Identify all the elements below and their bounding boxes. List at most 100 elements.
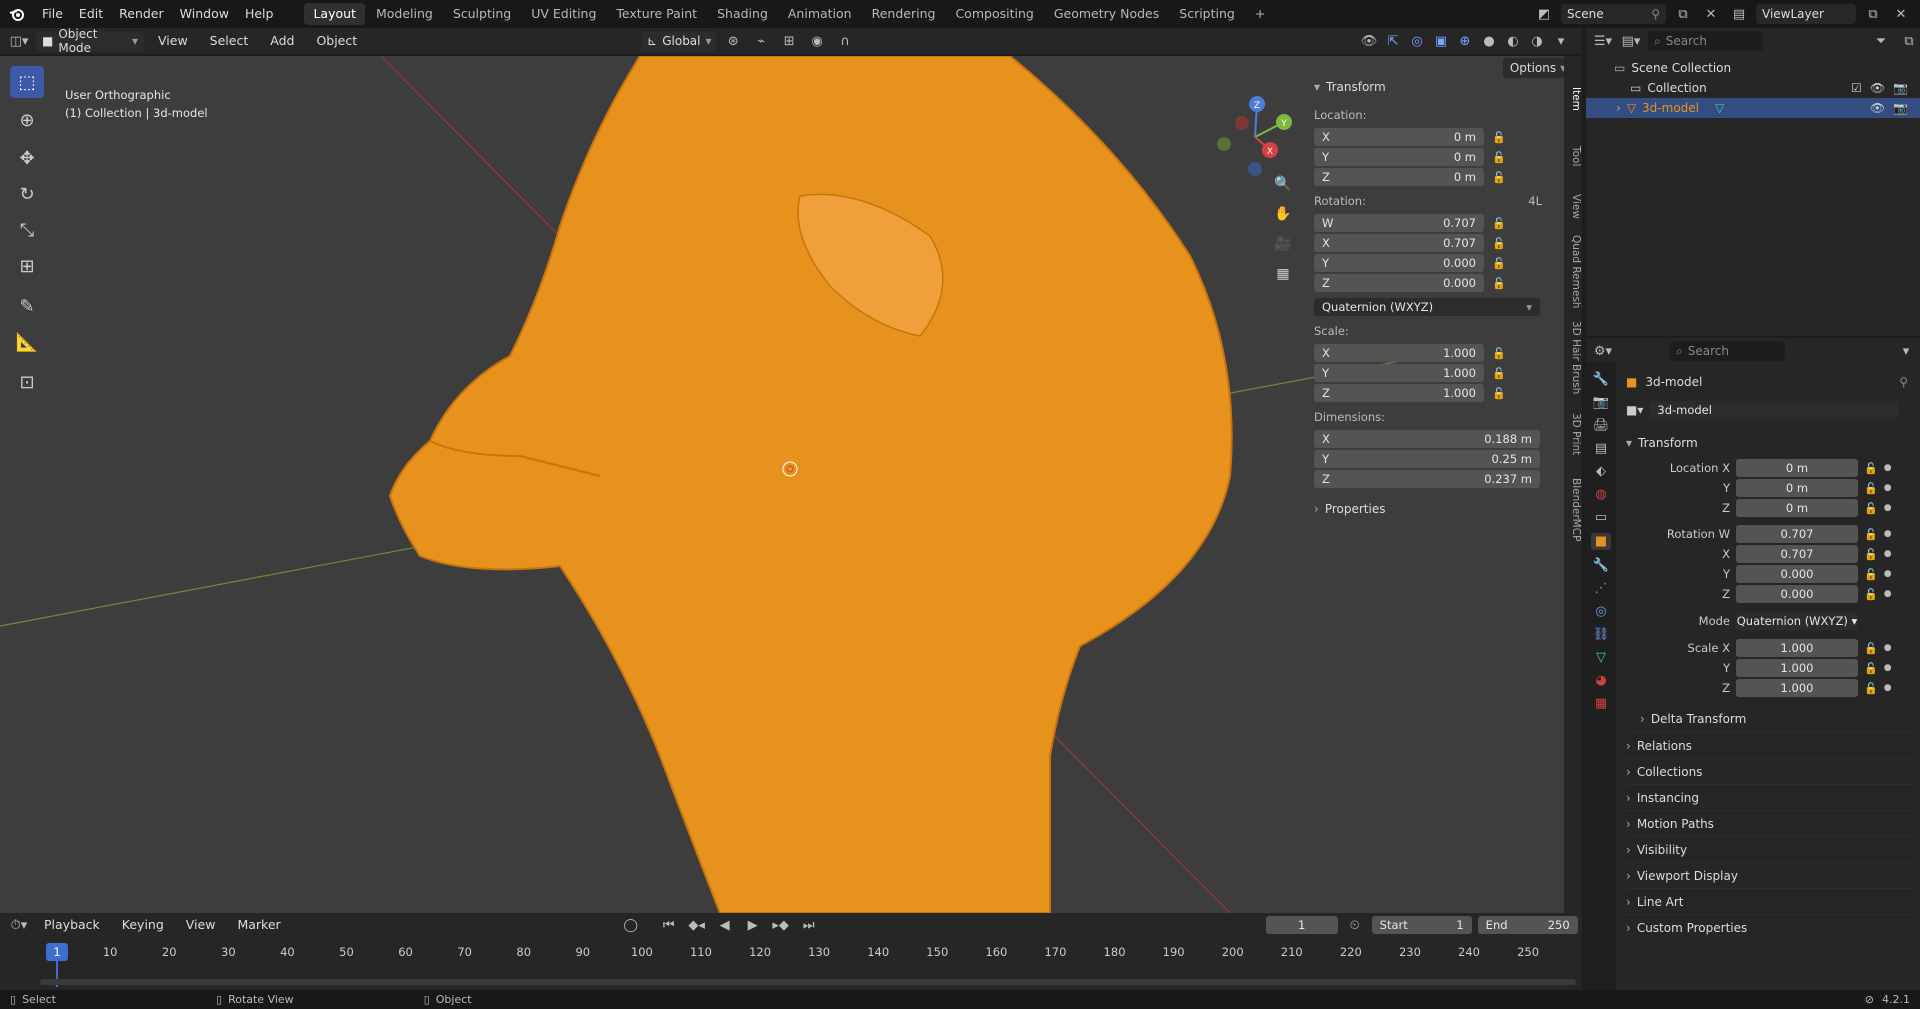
3d-model-mesh[interactable] bbox=[388, 56, 1233, 913]
rotation-x-field[interactable]: X 0.707 bbox=[1314, 234, 1484, 252]
eye-icon[interactable]: 👁 bbox=[1870, 101, 1885, 115]
render-tab-icon[interactable]: 📷 bbox=[1593, 395, 1609, 410]
prop-scale-x[interactable]: 1.000 bbox=[1736, 639, 1858, 657]
outliner-search-input[interactable]: ⌕ Search bbox=[1648, 31, 1763, 51]
transform-tool-icon[interactable]: ⊞ bbox=[10, 250, 44, 282]
jump-start-icon[interactable]: ⏮ bbox=[658, 915, 680, 935]
outliner-collection[interactable]: ▭ Collection ☑ 👁 📷 bbox=[1586, 78, 1920, 98]
section-collections[interactable]: › Collections bbox=[1626, 758, 1916, 784]
viewport-menu-add[interactable]: Add bbox=[262, 27, 302, 55]
output-tab-icon[interactable]: 🖨 bbox=[1593, 418, 1610, 433]
outliner-3d-model[interactable]: › ▽ 3d-model ▽ 👁 📷 bbox=[1586, 98, 1920, 118]
timeline-scrollbar[interactable] bbox=[40, 979, 1576, 985]
menu-render[interactable]: Render bbox=[111, 0, 172, 28]
outliner-scene-collection[interactable]: ▭ Scene Collection bbox=[1586, 58, 1920, 78]
lock-icon[interactable]: 🔓 bbox=[1864, 642, 1878, 655]
dimensions-x-field[interactable]: X 0.188 m bbox=[1314, 430, 1540, 448]
scale-x-field[interactable]: X 1.000 bbox=[1314, 344, 1484, 362]
zoom-icon[interactable]: 🔍 bbox=[1270, 171, 1296, 197]
keyframe-dot-icon[interactable]: ● bbox=[1884, 483, 1892, 493]
location-x-field[interactable]: X 0 m bbox=[1314, 128, 1484, 146]
sidebar-tab-blendermcp[interactable]: BlenderMCP bbox=[1564, 470, 1582, 550]
section-line-art[interactable]: › Line Art bbox=[1626, 888, 1916, 914]
tab-texture-paint[interactable]: Texture Paint bbox=[607, 3, 706, 25]
viewport-menu-view[interactable]: View bbox=[150, 27, 196, 55]
falloff-icon[interactable]: ∩ bbox=[834, 31, 856, 51]
prop-rotation-z[interactable]: 0.000 bbox=[1736, 585, 1858, 603]
editor-type-icon[interactable]: ◫▾ bbox=[8, 31, 30, 51]
shading-options-icon[interactable]: ▾ bbox=[1550, 31, 1572, 51]
section-visibility[interactable]: › Visibility bbox=[1626, 836, 1916, 862]
play-icon[interactable]: ▶ bbox=[742, 915, 764, 935]
timeline-ruler[interactable]: 10 20 30 40 50 60 70 80 90 100 110 120 130 140 150 160 1… bbox=[0, 941, 1582, 990]
neg-y-axis-icon[interactable] bbox=[1217, 137, 1231, 151]
prop-rotation-x[interactable]: 0.707 bbox=[1736, 545, 1858, 563]
lock-icon[interactable]: 🔓 bbox=[1864, 462, 1878, 475]
sidebar-tab-quad-remesh[interactable]: Quad Remesh bbox=[1564, 232, 1582, 312]
mode-dropdown[interactable]: ■ Object Mode ▾ bbox=[36, 27, 144, 55]
npanel-properties-header[interactable]: › Properties bbox=[1314, 502, 1554, 516]
solid-shading-icon[interactable]: ● bbox=[1478, 31, 1500, 51]
rotation-z-field[interactable]: Z 0.000 bbox=[1314, 274, 1484, 292]
gizmo-icon[interactable]: ⇱ bbox=[1382, 31, 1404, 51]
object-name-field[interactable]: 3d-model bbox=[1649, 401, 1900, 419]
section-relations[interactable]: › Relations bbox=[1626, 732, 1916, 758]
section-instancing[interactable]: › Instancing bbox=[1626, 784, 1916, 810]
sidebar-tab-item[interactable]: Item bbox=[1564, 74, 1582, 124]
particles-tab-icon[interactable]: ⋰ bbox=[1595, 581, 1608, 596]
scale-z-field[interactable]: Z 1.000 bbox=[1314, 384, 1484, 402]
move-tool-icon[interactable]: ✥ bbox=[10, 142, 44, 174]
end-frame-field[interactable]: End 250 bbox=[1477, 916, 1578, 934]
material-shading-icon[interactable]: ◐ bbox=[1502, 31, 1524, 51]
orientation-dropdown[interactable]: ⊾ Global ▾ bbox=[641, 31, 717, 51]
modifiers-tab-icon[interactable]: 🔧 bbox=[1593, 558, 1609, 573]
new-view-layer-icon[interactable]: ⧉ bbox=[1862, 4, 1884, 24]
sidebar-tab-tool[interactable]: Tool bbox=[1564, 136, 1582, 176]
ortho-grid-icon[interactable]: ▦ bbox=[1270, 261, 1296, 287]
options-dropdown[interactable]: Options▾ bbox=[1503, 58, 1573, 78]
keyframe-dot-icon[interactable]: ● bbox=[1884, 589, 1892, 599]
prop-scale-z[interactable]: 1.000 bbox=[1736, 679, 1858, 697]
lock-icon[interactable]: 🔓 bbox=[1492, 131, 1506, 144]
scene-field[interactable]: Scene ⚲ bbox=[1561, 4, 1666, 24]
menu-help[interactable]: Help bbox=[237, 0, 282, 28]
sidebar-tab-3d-print[interactable]: 3D Print bbox=[1564, 406, 1582, 462]
tab-sculpting[interactable]: Sculpting bbox=[444, 3, 520, 25]
auto-keying-icon[interactable]: ◯ bbox=[620, 915, 642, 935]
blender-logo-icon[interactable] bbox=[0, 6, 34, 22]
tab-shading[interactable]: Shading bbox=[708, 3, 777, 25]
prev-keyframe-icon[interactable]: ◆◂ bbox=[686, 915, 708, 935]
lock-icon[interactable]: 🔓 bbox=[1492, 151, 1506, 164]
section-motion-paths[interactable]: › Motion Paths bbox=[1626, 810, 1916, 836]
constraints-tab-icon[interactable]: ⛓ bbox=[1593, 627, 1610, 642]
add-cube-tool-icon[interactable]: ⊡ bbox=[10, 366, 44, 398]
scale-y-field[interactable]: Y 1.000 bbox=[1314, 364, 1484, 382]
delete-view-layer-icon[interactable]: ✕ bbox=[1890, 4, 1912, 24]
navigation-gizmo[interactable]: Z Y X bbox=[1212, 94, 1298, 180]
playhead[interactable]: 1 bbox=[46, 943, 68, 961]
lock-icon[interactable]: 🔓 bbox=[1492, 217, 1506, 230]
transform-header[interactable]: ▾ Transform bbox=[1626, 432, 1916, 454]
section-viewport-display[interactable]: › Viewport Display bbox=[1626, 862, 1916, 888]
tab-compositing[interactable]: Compositing bbox=[946, 3, 1042, 25]
eye-icon[interactable]: 👁 bbox=[1870, 81, 1885, 95]
pin-icon[interactable]: ⚲ bbox=[1899, 375, 1916, 389]
camera-icon[interactable]: 📷 bbox=[1893, 101, 1908, 115]
section-delta-transform[interactable]: › Delta Transform bbox=[1626, 706, 1916, 732]
keyframe-dot-icon[interactable]: ● bbox=[1884, 503, 1892, 513]
rotation-w-field[interactable]: W 0.707 bbox=[1314, 214, 1484, 232]
lock-icon[interactable]: 🔓 bbox=[1492, 387, 1506, 400]
timeline-menu-playback[interactable]: Playback bbox=[36, 911, 108, 939]
collection-tab-icon[interactable]: ▭ bbox=[1595, 510, 1607, 525]
snap-icon[interactable]: ⌁ bbox=[750, 31, 772, 51]
sidebar-tab-view[interactable]: View bbox=[1564, 186, 1582, 226]
chevron-right-icon[interactable]: › bbox=[1616, 101, 1621, 115]
proportional-edit-icon[interactable]: ◉ bbox=[806, 31, 828, 51]
checkbox-icon[interactable]: ☑ bbox=[1851, 81, 1862, 95]
camera-view-icon[interactable]: 🎥 bbox=[1270, 231, 1296, 257]
lock-icon[interactable]: 🔓 bbox=[1492, 347, 1506, 360]
lock-icon[interactable]: 🔓 bbox=[1492, 257, 1506, 270]
view-layer-icon[interactable]: ▤ bbox=[1728, 4, 1750, 24]
lock-icon[interactable]: 🔓 bbox=[1864, 682, 1878, 695]
tab-animation[interactable]: Animation bbox=[779, 3, 861, 25]
